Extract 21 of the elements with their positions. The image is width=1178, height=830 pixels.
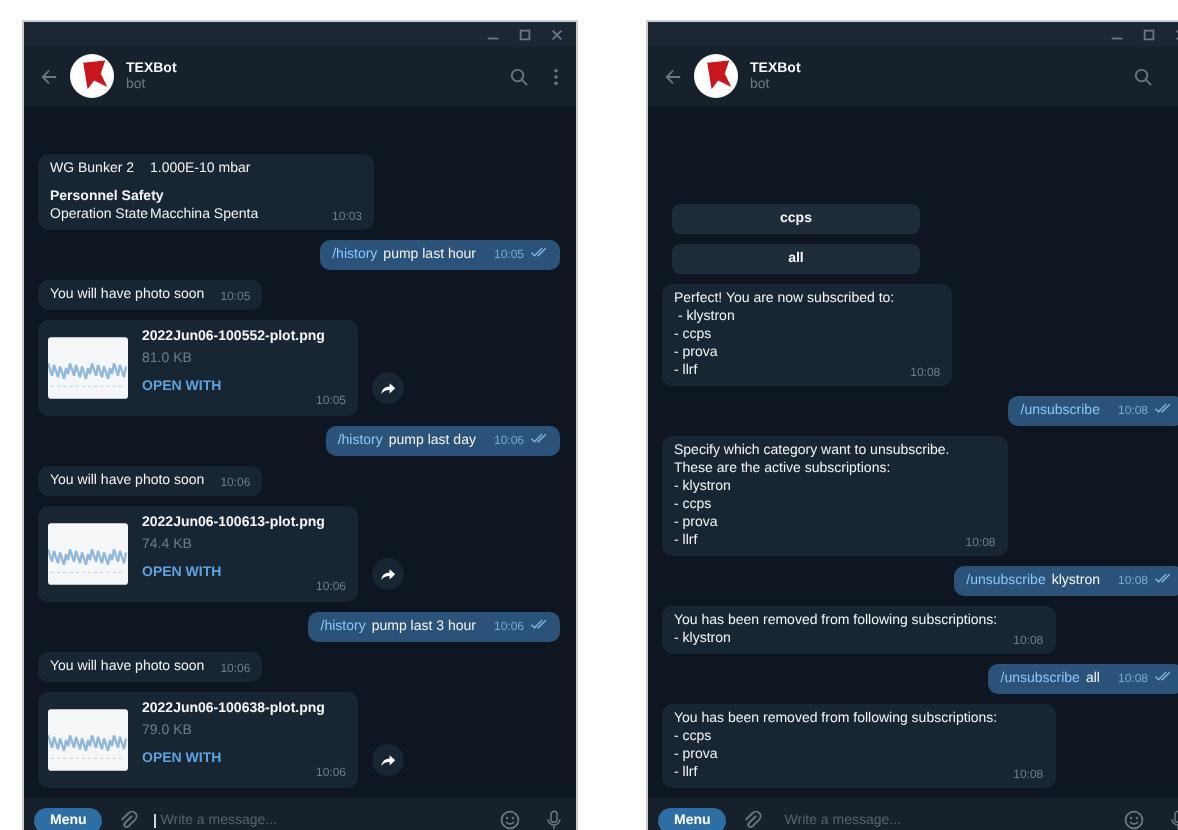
microphone-icon[interactable] — [544, 810, 564, 830]
paperclip-icon[interactable] — [118, 810, 139, 830]
back-arrow-icon[interactable] — [40, 67, 58, 85]
avatar-logo-icon[interactable] — [70, 54, 114, 98]
emoji-icon[interactable] — [500, 810, 520, 830]
maximize-icon[interactable] — [518, 27, 532, 41]
forward-button[interactable] — [372, 744, 404, 776]
forward-arrow-icon — [380, 566, 396, 582]
forward-button[interactable] — [372, 558, 404, 590]
maximize-icon[interactable] — [1142, 27, 1156, 41]
forward-arrow-icon — [380, 380, 396, 396]
paperclip-icon[interactable] — [742, 810, 763, 830]
more-menu-icon[interactable] — [552, 67, 560, 85]
avatar-logo-icon[interactable] — [694, 54, 738, 98]
back-arrow-icon[interactable] — [664, 67, 682, 85]
close-icon[interactable] — [550, 27, 564, 41]
forward-arrow-icon — [380, 752, 396, 768]
forward-button[interactable] — [372, 372, 404, 404]
search-icon[interactable] — [510, 67, 528, 85]
search-icon[interactable] — [1134, 67, 1152, 85]
emoji-icon[interactable] — [1124, 810, 1144, 830]
